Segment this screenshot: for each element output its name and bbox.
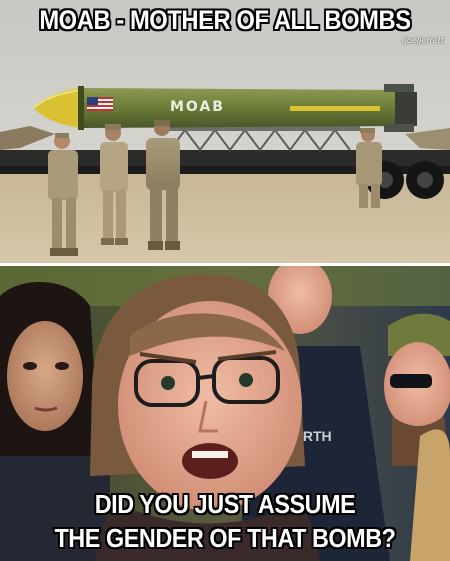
bottom-caption-line1: DID YOU JUST ASSUME [94, 489, 356, 519]
protester-photo-panel: ORTH DID YOU JUST ASSUME THE GENDER OF T… [0, 266, 450, 561]
us-flag-decal [87, 97, 113, 111]
meme-image: MOAB MOAB - MOTHER OF ALL BOMBS /joeljer… [0, 0, 450, 561]
bomb-marking: MOAB [170, 99, 225, 115]
moab-photo: MOAB [0, 0, 450, 263]
moab-photo-panel: MOAB MOAB - MOTHER OF ALL BOMBS /joeljer… [0, 0, 450, 263]
top-caption: MOAB - MOTHER OF ALL BOMBS [39, 5, 411, 35]
bottom-caption-line2: THE GENDER OF THAT BOMB? [54, 523, 396, 553]
credit-watermark: /joeljerrett [402, 36, 444, 45]
moab-bomb: MOAB [33, 84, 417, 132]
